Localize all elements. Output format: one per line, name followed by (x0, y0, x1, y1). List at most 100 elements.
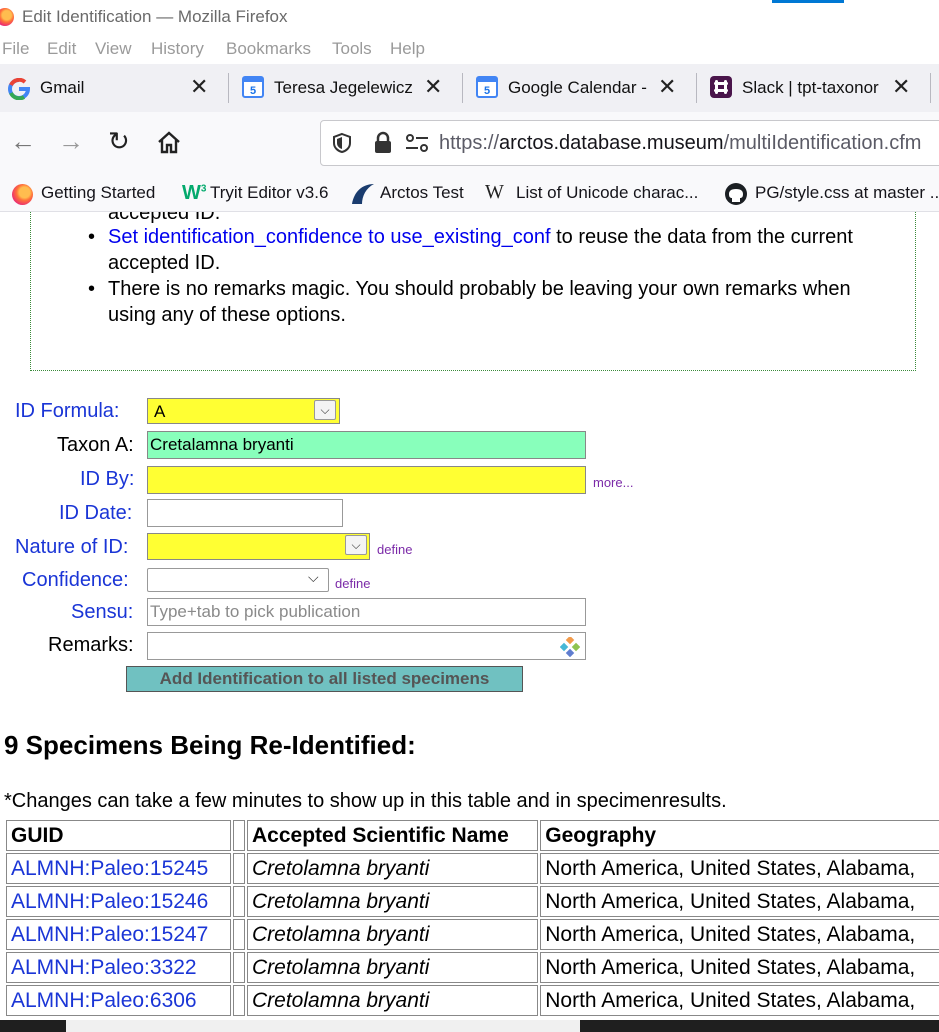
remarks-input[interactable] (147, 632, 586, 660)
bookmark-unicode-list[interactable]: List of Unicode charac... (516, 183, 698, 203)
bottom-bar (0, 1020, 939, 1032)
firefox-icon (12, 184, 33, 205)
nature-of-id-label[interactable]: Nature of ID: (15, 536, 128, 559)
wikipedia-icon: W (485, 181, 504, 203)
menu-file[interactable]: File (2, 39, 29, 59)
tab-separator (228, 73, 229, 103)
id-by-more-link[interactable]: more... (593, 475, 633, 490)
geography-cell: North America, United States, Alabama, (540, 952, 939, 983)
url-bar[interactable]: https://arctos.database.museum/multiIden… (320, 120, 939, 166)
confidence-define-link[interactable]: define (335, 576, 370, 591)
shield-icon[interactable] (331, 132, 353, 154)
bookmark-tryit-editor[interactable]: Tryit Editor v3.6 (210, 183, 328, 203)
chevron-down-icon: ⌵ (308, 569, 319, 585)
sensu-label[interactable]: Sensu: (71, 601, 133, 624)
use-existing-conf-link[interactable]: Set identification_confidence to use_exi… (108, 226, 551, 248)
tab-teresa[interactable]: 5 Teresa Jegelewicz ✕ (234, 70, 460, 106)
title-bar: Edit Identification — Mozilla Firefox (0, 0, 939, 34)
table-row: ALMNH:Paleo:15247 Cretolamna bryanti Nor… (6, 919, 939, 950)
permissions-icon[interactable] (405, 133, 429, 153)
tab-label: Gmail (40, 78, 85, 97)
bookmark-arctos-test[interactable]: Arctos Test (380, 183, 464, 203)
guid-link[interactable]: ALMNH:Paleo:15246 (6, 886, 231, 917)
table-row: ALMNH:Paleo:3322 Cretolamna bryanti Nort… (6, 952, 939, 983)
guid-link[interactable]: ALMNH:Paleo:3322 (6, 952, 231, 983)
tab-separator (462, 73, 463, 103)
column-blank (232, 820, 245, 851)
scientific-name-cell: Cretolamna bryanti (247, 952, 539, 983)
nature-define-link[interactable]: define (377, 542, 412, 557)
menu-help[interactable]: Help (390, 39, 425, 59)
add-identification-button[interactable]: Add Identification to all listed specime… (126, 666, 523, 692)
geography-cell: North America, United States, Alabama, (540, 919, 939, 950)
confidence-select[interactable]: ⌵ (147, 568, 329, 592)
navigation-bar: ← → ↻ https://arctos.database.museum/mul… (0, 112, 939, 176)
taxon-a-input[interactable]: Cretalamna bryanti (147, 431, 586, 459)
id-formula-label[interactable]: ID Formula: (15, 400, 119, 423)
column-guid: GUID (6, 820, 231, 851)
forward-arrow-icon[interactable]: → (58, 126, 84, 157)
column-geography: Geography (540, 820, 939, 851)
taxon-a-label: Taxon A: (57, 434, 134, 456)
bookmark-getting-started[interactable]: Getting Started (41, 183, 155, 203)
window-title: Edit Identification — Mozilla Firefox (22, 7, 288, 26)
notes-item2-text: There is no remarks magic. You should pr… (108, 278, 851, 326)
close-tab-icon[interactable]: ✕ (658, 74, 676, 100)
id-formula-select[interactable]: A ⌵ (147, 398, 340, 424)
list-item: • There is no remarks magic. You should … (88, 278, 851, 326)
tab-google-calendar[interactable]: 5 Google Calendar - ✕ (468, 70, 694, 106)
tab-label: Teresa Jegelewicz (274, 78, 413, 97)
chevron-down-icon: ⌵ (345, 535, 367, 555)
scientific-name-cell: Cretolamna bryanti (247, 853, 539, 884)
list-item: • Set identification_confidence to use_e… (88, 226, 853, 274)
confidence-label[interactable]: Confidence: (22, 569, 129, 592)
geography-cell: North America, United States, Alabama, (540, 886, 939, 917)
menu-edit[interactable]: Edit (47, 39, 76, 59)
id-by-input[interactable] (147, 466, 586, 494)
horizontal-scrollbar[interactable] (66, 1020, 580, 1032)
home-icon[interactable] (156, 130, 182, 156)
slack-icon (710, 76, 732, 98)
w3schools-icon: W3 (182, 182, 207, 204)
tab-separator (930, 73, 931, 103)
tab-label: Google Calendar - (508, 78, 647, 97)
lock-icon[interactable] (373, 131, 393, 155)
reload-icon[interactable]: ↻ (108, 126, 130, 157)
bookmark-pg-style[interactable]: PG/style.css at master ... (755, 183, 939, 203)
id-date-input[interactable] (147, 499, 343, 527)
sensu-input[interactable]: Type+tab to pick publication (147, 598, 586, 626)
password-manager-icon[interactable] (560, 637, 580, 657)
menu-view[interactable]: View (95, 39, 132, 59)
blank-cell (232, 985, 245, 1016)
nature-of-id-select[interactable]: ⌵ (147, 533, 370, 560)
url-scheme: https:// (439, 132, 500, 154)
guid-link[interactable]: ALMNH:Paleo:15247 (6, 919, 231, 950)
tab-gmail[interactable]: Gmail ✕ (0, 70, 222, 106)
id-date-label[interactable]: ID Date: (59, 502, 132, 525)
github-icon (725, 183, 747, 205)
specimens-table: GUID Accepted Scientific Name Geography … (4, 818, 939, 1018)
column-scientific-name: Accepted Scientific Name (247, 820, 539, 851)
close-tab-icon[interactable]: ✕ (190, 74, 208, 100)
guid-link[interactable]: ALMNH:Paleo:15245 (6, 853, 231, 884)
menu-bookmarks[interactable]: Bookmarks (226, 39, 311, 59)
table-row: ALMNH:Paleo:6306 Cretolamna bryanti Nort… (6, 985, 939, 1016)
menu-tools[interactable]: Tools (332, 39, 372, 59)
guid-link[interactable]: ALMNH:Paleo:6306 (6, 985, 231, 1016)
close-tab-icon[interactable]: ✕ (892, 74, 910, 100)
menu-history[interactable]: History (151, 39, 204, 59)
close-tab-icon[interactable]: ✕ (424, 74, 442, 100)
id-by-label[interactable]: ID By: (80, 468, 134, 491)
back-arrow-icon[interactable]: ← (10, 126, 36, 157)
page-content: accepted ID. • Set identification_confid… (0, 212, 939, 1020)
table-header-row: GUID Accepted Scientific Name Geography (6, 820, 939, 851)
svg-text:5: 5 (484, 85, 490, 97)
blank-cell (232, 919, 245, 950)
scientific-name-cell: Cretolamna bryanti (247, 919, 539, 950)
results-note: *Changes can take a few minutes to show … (4, 790, 727, 812)
tab-slack[interactable]: Slack | tpt-taxonor ✕ (702, 70, 928, 106)
url-text[interactable]: https://arctos.database.museum/multiIden… (439, 132, 921, 155)
remarks-label: Remarks: (48, 634, 134, 656)
tab-separator (696, 73, 697, 103)
chevron-down-icon: ⌵ (314, 400, 336, 420)
